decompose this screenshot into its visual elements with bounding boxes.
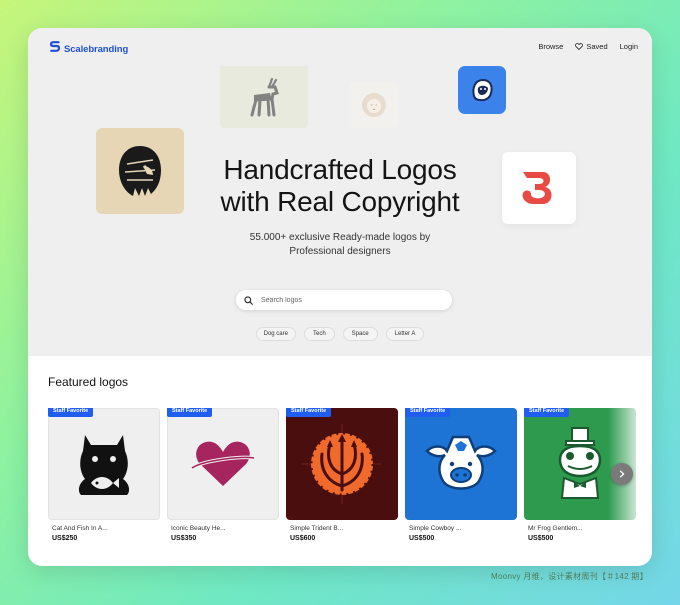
gorilla-logo-icon bbox=[472, 78, 493, 102]
logo-card-image[interactable] bbox=[405, 408, 517, 520]
lion-logo-icon bbox=[362, 93, 386, 117]
logo-card-price: US$500 bbox=[528, 535, 554, 542]
suggestion-chips: Dog care Tech Space Letter A bbox=[28, 327, 652, 341]
nav-login[interactable]: Login bbox=[620, 42, 638, 51]
featured-title: Featured logos bbox=[48, 375, 129, 389]
cat-fish-logo-icon bbox=[78, 435, 130, 495]
chip-tech[interactable]: Tech bbox=[303, 327, 335, 341]
logo-card-price: US$250 bbox=[52, 535, 78, 542]
logo-card-name[interactable]: Mr Frog Gentlem... bbox=[528, 525, 583, 532]
logo-card-name[interactable]: Simple Cowboy ... bbox=[409, 525, 461, 532]
chip-space[interactable]: Space bbox=[342, 327, 378, 341]
top-nav: Browse Saved Login bbox=[538, 42, 638, 51]
staff-favorite-badge: Staff Favorite bbox=[48, 408, 94, 417]
logo-card-image[interactable] bbox=[286, 408, 398, 520]
hero-subheadline: 55.000+ exclusive Ready-made logos by Pr… bbox=[28, 231, 652, 259]
hero-sub-line-1: 55.000+ exclusive Ready-made logos by bbox=[249, 232, 431, 243]
heart-planet-logo-icon bbox=[191, 441, 255, 486]
brand-logo[interactable]: Scalebranding bbox=[49, 40, 129, 58]
lion-logo-tile[interactable] bbox=[350, 82, 398, 128]
cowboy-pig-logo-icon bbox=[425, 435, 497, 490]
search-icon bbox=[244, 295, 253, 305]
logo-card-price: US$350 bbox=[171, 535, 197, 542]
goat-logo-icon bbox=[250, 77, 279, 117]
s-logo-icon bbox=[49, 40, 61, 58]
gorilla-logo-tile[interactable] bbox=[458, 66, 506, 114]
logo-card-image[interactable] bbox=[48, 408, 160, 520]
carousel-next-button[interactable] bbox=[611, 463, 633, 485]
hero-sub-line-2: Professional designers bbox=[289, 246, 391, 257]
chip-dog-care[interactable]: Dog care bbox=[255, 327, 296, 341]
staff-favorite-badge: Staff Favorite bbox=[167, 408, 213, 417]
staff-favorite-badge: Staff Favorite bbox=[524, 408, 570, 417]
trident-ball-logo-icon bbox=[302, 424, 382, 504]
staff-favorite-badge: Staff Favorite bbox=[286, 408, 332, 417]
goat-logo-tile[interactable] bbox=[220, 66, 308, 128]
featured-carousel: Staff Favorite Cat And Fish In A... US$2… bbox=[48, 408, 652, 548]
logo-card-price: US$500 bbox=[409, 535, 435, 542]
nav-saved[interactable]: Saved bbox=[575, 42, 608, 51]
chevron-right-icon bbox=[619, 470, 625, 478]
nav-browse[interactable]: Browse bbox=[538, 42, 563, 51]
chip-letter-a[interactable]: Letter A bbox=[385, 327, 425, 341]
staff-favorite-badge: Staff Favorite bbox=[405, 408, 451, 417]
logo-card-name[interactable]: Cat And Fish In A... bbox=[52, 525, 108, 532]
logo-card-image[interactable] bbox=[167, 408, 279, 520]
logo-card-name[interactable]: Iconic Beauty He... bbox=[171, 525, 226, 532]
watermark-caption: Moonvy 月维，设计素材周刊【＃142 期】 bbox=[490, 572, 648, 581]
hero-headline-line-1: Handcrafted Logos bbox=[223, 154, 457, 185]
hero-section: Scalebranding Browse Saved Login Handcra… bbox=[28, 28, 652, 356]
logo-card-price: US$600 bbox=[290, 535, 316, 542]
search-bar[interactable] bbox=[236, 290, 452, 310]
nav-saved-label: Saved bbox=[586, 42, 608, 51]
brand-name: Scalebranding bbox=[64, 43, 129, 55]
logo-card-name[interactable]: Simple Trident B... bbox=[290, 525, 343, 532]
hero-headline: Handcrafted Logos with Real Copyright bbox=[28, 154, 652, 218]
heart-icon bbox=[575, 43, 584, 50]
page-window: Scalebranding Browse Saved Login Handcra… bbox=[28, 28, 652, 566]
hero-headline-line-2: with Real Copyright bbox=[220, 186, 460, 217]
frog-gentleman-logo-icon bbox=[558, 427, 602, 499]
search-input[interactable] bbox=[259, 295, 443, 305]
